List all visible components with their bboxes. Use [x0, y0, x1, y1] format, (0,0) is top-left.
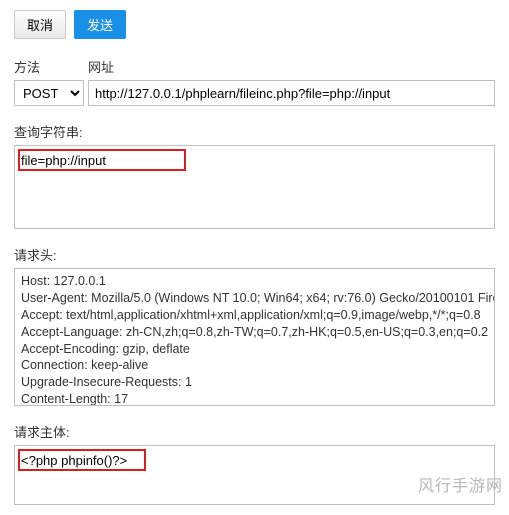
watermark-text: 风行手游网: [418, 472, 503, 496]
method-label: 方法: [14, 57, 88, 76]
header-line: User-Agent: Mozilla/5.0 (Windows NT 10.0…: [21, 290, 488, 307]
cancel-button[interactable]: 取消: [14, 10, 66, 39]
header-line: Accept-Language: zh-CN,zh;q=0.8,zh-TW;q=…: [21, 324, 488, 341]
url-label: 网址: [88, 57, 495, 76]
header-line: Accept-Encoding: gzip, deflate: [21, 341, 488, 358]
header-line: Upgrade-Insecure-Requests: 1: [21, 374, 488, 391]
query-label: 查询字符串:: [14, 122, 495, 141]
send-button[interactable]: 发送: [74, 10, 126, 39]
header-line: Connection: keep-alive: [21, 357, 488, 374]
method-select[interactable]: POST: [14, 80, 84, 106]
headers-label: 请求头:: [14, 245, 495, 264]
query-textarea[interactable]: [14, 145, 495, 229]
headers-textarea[interactable]: Host: 127.0.0.1 User-Agent: Mozilla/5.0 …: [14, 268, 495, 406]
header-line: Content-Length: 17: [21, 391, 488, 406]
url-input[interactable]: [88, 80, 495, 106]
header-line: Host: 127.0.0.1: [21, 273, 488, 290]
header-line: Accept: text/html,application/xhtml+xml,…: [21, 307, 488, 324]
body-label: 请求主体:: [14, 422, 495, 441]
